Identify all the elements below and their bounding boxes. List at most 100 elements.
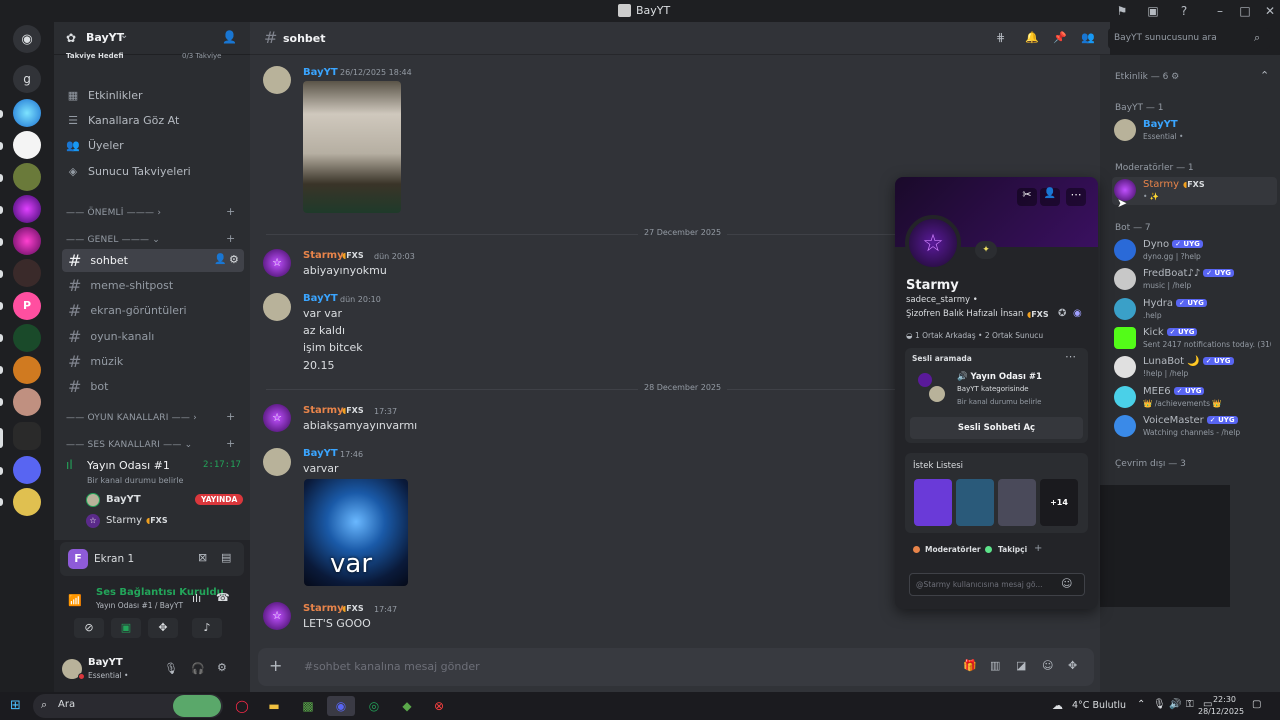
activities-icon[interactable]: ✥	[148, 618, 178, 638]
profile-avatar[interactable]: ☆	[905, 215, 961, 271]
emoji-icon[interactable]: ☺	[1042, 659, 1053, 672]
member-lunabot[interactable]: LunaBot 🌙 ✓ UYG !help | /help	[1112, 354, 1277, 382]
invite-people-icon[interactable]: 👤	[222, 30, 237, 44]
add-friend-icon[interactable]: 👤	[1040, 188, 1060, 206]
category-general[interactable]: —— GENEL ——— ⌄	[66, 235, 160, 245]
channel-bot[interactable]: # bot	[62, 375, 244, 398]
server-folder[interactable]	[13, 456, 41, 484]
taskbar-search[interactable]: ⌕ Ara	[33, 694, 223, 718]
member-starmy[interactable]: Starmy ◖FXS • ✨	[1112, 177, 1277, 205]
voice-connected-title[interactable]: Ses Bağlantısı Kuruldu	[96, 587, 224, 598]
server-header[interactable]: ✿ BayYT ⌄ 👤	[54, 22, 250, 55]
voice-user-starmy[interactable]: ☆ Starmy ◖FXS	[84, 512, 244, 530]
nav-members[interactable]: 👥 Üyeler	[66, 134, 124, 156]
tools-icon[interactable]: ✂	[1017, 188, 1037, 206]
message-author[interactable]: Starmy	[303, 603, 344, 614]
message-author[interactable]: BayYT	[303, 67, 338, 78]
avatar[interactable]: ☆	[263, 404, 291, 432]
wishlist-more[interactable]: +14	[1040, 479, 1078, 526]
message-author[interactable]: BayYT	[303, 448, 338, 459]
channel-sohbet[interactable]: # sohbet 👤 ⚙	[62, 249, 244, 272]
microphone-icon[interactable]: 🎙	[164, 662, 178, 675]
taskbar-time[interactable]: 22:30	[1210, 695, 1236, 704]
activity-header[interactable]: Etkinlik — 6 ⚙	[1115, 72, 1179, 82]
member-list-icon[interactable]: 👥	[1081, 31, 1095, 44]
nav-browse-channels[interactable]: ☰ Kanallara Göz At	[66, 109, 179, 131]
sticker-icon[interactable]: ◪	[1016, 659, 1026, 672]
user-name[interactable]: BayYT	[88, 657, 123, 668]
close-button[interactable]: ✕	[1262, 3, 1278, 19]
discord-taskbar-icon[interactable]: ◉	[327, 696, 355, 716]
add-channel-icon[interactable]: +	[226, 437, 235, 450]
avatar[interactable]: ☆	[263, 249, 291, 277]
share-settings-icon[interactable]: ▤	[221, 551, 231, 564]
windows-start-icon[interactable]: ⊞	[10, 698, 21, 713]
voice-status[interactable]: Bir kanal durumu belirle	[957, 398, 1041, 406]
app-icon[interactable]: ⊗	[427, 696, 451, 716]
badge-icon[interactable]: ✪	[1058, 308, 1066, 319]
app-icon[interactable]: ◆	[395, 696, 419, 716]
member-voicemaster[interactable]: VoiceMaster ✓ UYG Watching channels - /he…	[1112, 413, 1277, 441]
image-attachment[interactable]: var	[304, 479, 408, 586]
screen-share-preview[interactable]: F Ekran 1 ⊠ ▤	[60, 542, 244, 576]
wishlist-item[interactable]	[998, 479, 1036, 526]
category-voice[interactable]: —— SES KANALLARI —— ⌄	[66, 440, 192, 450]
mutual-info[interactable]: ◒ 1 Ortak Arkadaş • 2 Ortak Sunucu	[906, 331, 1043, 340]
server-icon-g[interactable]: g	[13, 65, 41, 93]
file-explorer-icon[interactable]: ▬	[262, 696, 286, 716]
server-icon[interactable]	[13, 99, 41, 127]
channel-muzik[interactable]: # müzik	[62, 350, 244, 373]
member-fredboat[interactable]: FredBoat♪♪ ✓ UYG music | /help	[1112, 266, 1277, 294]
add-channel-icon[interactable]: +	[226, 410, 235, 423]
image-attachment[interactable]	[303, 81, 401, 213]
message-input[interactable]: #sohbet kanalına mesaj gönder	[304, 660, 804, 673]
voice-channel-yayin-odasi[interactable]: ıl Yayın Odası #1 2:17:17	[62, 455, 244, 477]
help-icon[interactable]: ?	[1176, 3, 1192, 19]
voice-channel-name[interactable]: 🔊 Yayın Odası #1	[957, 372, 1042, 382]
server-icon-p[interactable]: P	[13, 292, 41, 320]
weather-text[interactable]: 4°C Bulutlu	[1072, 700, 1126, 711]
emoji-icon[interactable]: ☺	[1061, 577, 1072, 590]
notification-bell-icon[interactable]: 🔔	[1025, 31, 1039, 44]
wishlist-item[interactable]	[914, 479, 952, 526]
boost-goal-label[interactable]: Takviye Hedefi	[66, 52, 124, 60]
join-voice-button[interactable]: Sesli Sohbeti Aç	[910, 417, 1083, 439]
gift-icon[interactable]: 🎁	[963, 659, 977, 672]
server-icon[interactable]	[13, 388, 41, 416]
server-icon[interactable]	[13, 227, 41, 255]
soundboard-icon[interactable]: ♪	[192, 618, 222, 638]
nav-events[interactable]: ▦ Etkinlikler	[66, 84, 143, 106]
server-icon[interactable]	[13, 356, 41, 384]
server-icon[interactable]	[13, 195, 41, 223]
tray-chevron-icon[interactable]: ⌃	[1137, 699, 1145, 710]
member-hydra[interactable]: Hydra ✓ UYG .help	[1112, 296, 1277, 324]
disconnect-icon[interactable]: ☎	[216, 591, 230, 604]
channel-oyun-kanali[interactable]: # oyun-kanalı	[62, 325, 244, 348]
server-icon[interactable]	[13, 131, 41, 159]
voice-user-bayyt[interactable]: BayYT YAYINDA	[84, 491, 244, 509]
nitro-badge-icon[interactable]: ◉	[1073, 308, 1082, 319]
camera-toggle-icon[interactable]: ⊘	[74, 618, 104, 638]
apps-icon[interactable]: ✥	[1068, 659, 1077, 672]
channel-ekran-goruntuleri[interactable]: # ekran-görüntüleri	[62, 299, 244, 322]
wishlist-item[interactable]	[956, 479, 994, 526]
invite-icon[interactable]: 👤	[214, 254, 226, 265]
add-attachment-icon[interactable]: +	[269, 656, 282, 675]
message-author[interactable]: BayYT	[303, 293, 338, 304]
minecraft-icon[interactable]: ▩	[296, 696, 320, 716]
headphones-icon[interactable]: 🎧	[191, 662, 205, 675]
discord-home-button[interactable]: ◉	[13, 25, 41, 53]
member-bayyt[interactable]: BayYT Essential •	[1112, 117, 1277, 145]
profile-message-input[interactable]: @Starmy kullanıcısına mesaj gö... ☺	[909, 573, 1085, 596]
search-input[interactable]: BayYT sunucusunu ara ⌕	[1108, 28, 1270, 49]
notifications-icon[interactable]: ▢	[1252, 699, 1261, 710]
add-channel-icon[interactable]: +	[226, 205, 235, 218]
microphone-tray-icon[interactable]: 🎙	[1153, 699, 1166, 710]
network-icon[interactable]: ⚿	[1186, 699, 1194, 710]
voice-status-text[interactable]: Bir kanal durumu belirle	[87, 476, 183, 485]
opera-icon[interactable]: ◯	[230, 696, 254, 716]
avatar[interactable]	[263, 448, 291, 476]
add-channel-icon[interactable]: +	[226, 232, 235, 245]
maximize-button[interactable]: □	[1237, 3, 1253, 19]
member-kick[interactable]: Kick ✓ UYG Sent 2417 notifications today.…	[1112, 325, 1277, 353]
